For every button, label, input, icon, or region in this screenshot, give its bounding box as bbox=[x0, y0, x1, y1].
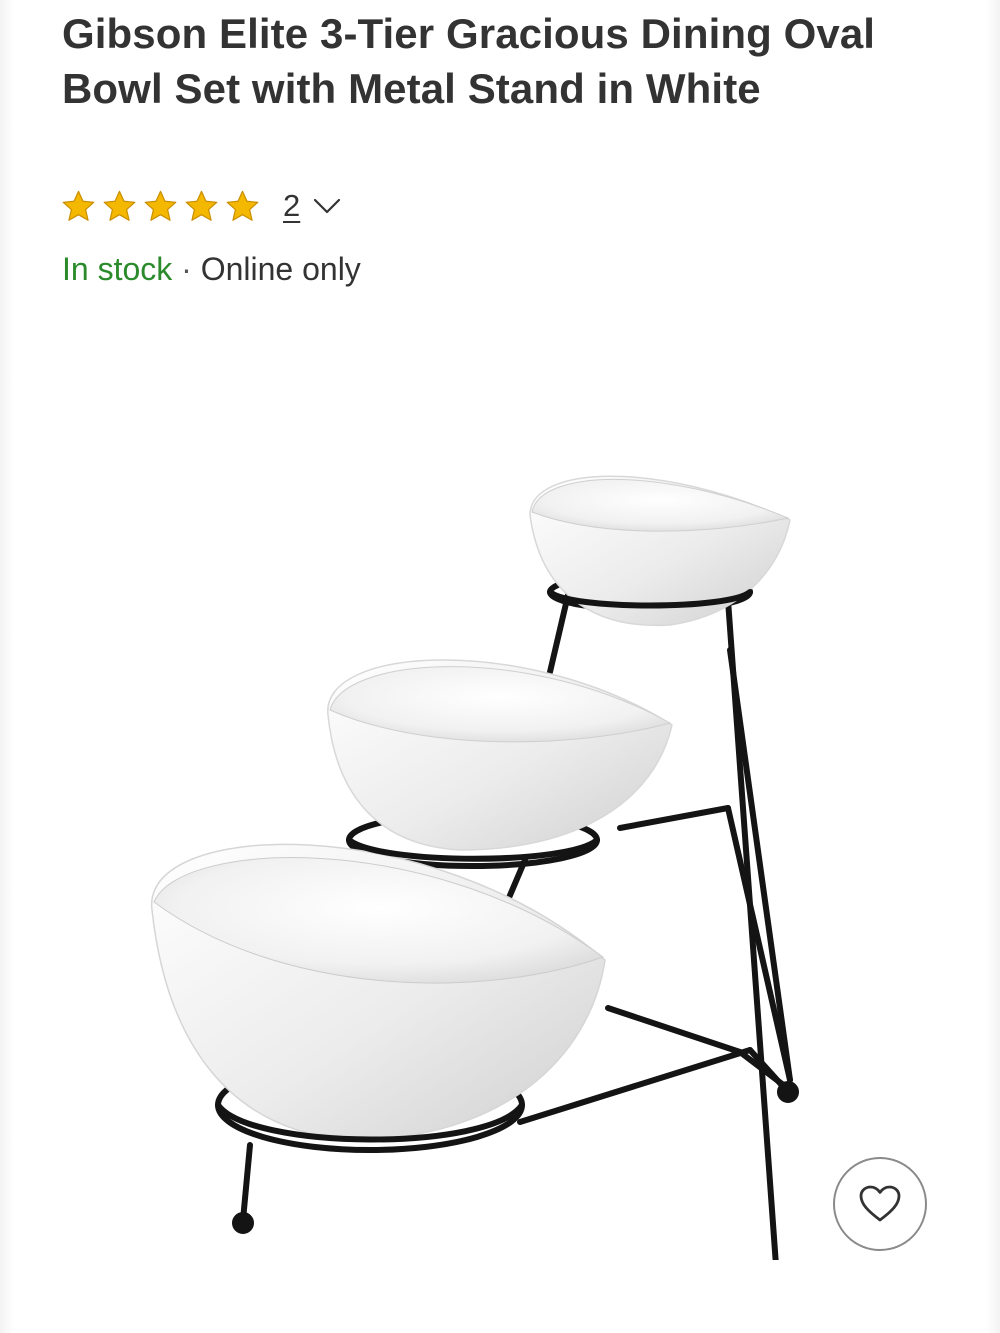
rating-summary[interactable]: 2 bbox=[60, 186, 342, 226]
star-rating bbox=[60, 188, 261, 225]
add-to-favorites-button[interactable] bbox=[833, 1157, 927, 1251]
product-image[interactable] bbox=[100, 440, 860, 1260]
star-icon bbox=[224, 188, 261, 225]
chevron-down-icon[interactable] bbox=[312, 196, 342, 216]
star-icon bbox=[101, 188, 138, 225]
page-edge-shadow-right bbox=[986, 0, 1000, 1333]
product-page: Gibson Elite 3-Tier Gracious Dining Oval… bbox=[0, 0, 1000, 1333]
star-icon bbox=[142, 188, 179, 225]
star-icon bbox=[183, 188, 220, 225]
online-only-label: Online only bbox=[200, 251, 361, 287]
review-count-link[interactable]: 2 bbox=[283, 188, 300, 224]
separator-dot: · bbox=[181, 251, 192, 287]
medium-bowl bbox=[327, 659, 673, 851]
heart-icon bbox=[859, 1185, 901, 1222]
in-stock-status: In stock bbox=[62, 251, 173, 287]
product-title: Gibson Elite 3-Tier Gracious Dining Oval… bbox=[62, 10, 876, 112]
star-icon bbox=[60, 188, 97, 225]
page-edge-shadow-left bbox=[0, 0, 14, 1333]
availability-line: In stock · Online only bbox=[62, 248, 361, 290]
